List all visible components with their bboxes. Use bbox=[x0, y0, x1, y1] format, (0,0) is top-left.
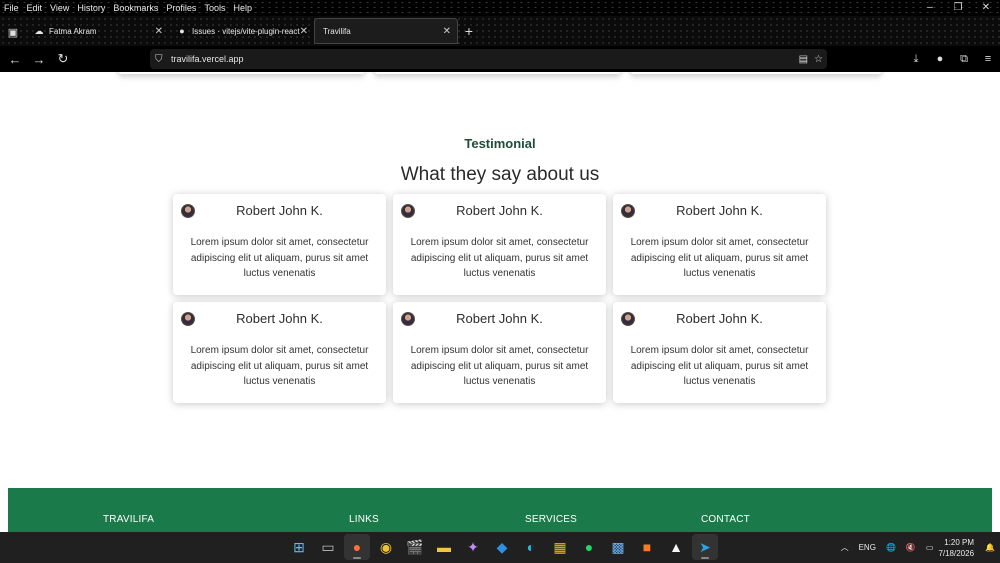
telegram-icon[interactable]: ➤ bbox=[692, 534, 718, 560]
footer-brand: TRAVILIFA bbox=[103, 514, 155, 525]
menu-file[interactable]: File bbox=[0, 0, 23, 16]
tab-vite-issues[interactable]: ● Issues · vitejs/vite-plugin-react ✕ bbox=[169, 18, 314, 44]
taskbar-apps: ⊞ ▭ ● ◉ 🎬 ▬ ✦ ◆ ◐ ▦ ● ▩ ■ ▲ ➤ bbox=[286, 534, 718, 562]
menu-tools[interactable]: Tools bbox=[200, 0, 229, 16]
address-bar[interactable]: ⛉ travilifa.vercel.app ▤ ☆ bbox=[150, 49, 827, 69]
clock[interactable]: 1:20 PM 7/18/2026 bbox=[938, 537, 980, 559]
copilot-icon[interactable]: ✦ bbox=[460, 534, 486, 560]
page-viewport: Testimonial What they say about us Rober… bbox=[0, 72, 1000, 532]
extensions-icon[interactable]: ⧉ bbox=[952, 53, 976, 66]
previous-card bbox=[118, 72, 365, 74]
minimize-icon[interactable]: – bbox=[916, 0, 944, 16]
network-icon[interactable]: 🌐 bbox=[881, 543, 901, 552]
previous-card bbox=[374, 72, 621, 74]
forward-icon[interactable]: → bbox=[27, 47, 51, 71]
tab-fatma-akram[interactable]: ☁ Fatma Akram ✕ bbox=[26, 18, 169, 44]
back-icon[interactable]: ← bbox=[3, 47, 27, 71]
chevron-up-icon[interactable]: ︿ bbox=[836, 542, 854, 553]
reviewer-name: Robert John K. bbox=[676, 203, 763, 218]
chrome-icon[interactable]: ◉ bbox=[373, 534, 399, 560]
reviewer-name: Robert John K. bbox=[456, 203, 543, 218]
github-icon: ● bbox=[179, 26, 185, 36]
xampp-icon[interactable]: ■ bbox=[634, 534, 660, 560]
testimonial-card: Robert John K. Lorem ipsum dolor sit ame… bbox=[173, 194, 386, 295]
footer-services-heading: SERVICES bbox=[525, 514, 577, 525]
navigation-bar: ← → ↻ ⛉ travilifa.vercel.app ▤ ☆ ⤓ ● ⧉ ≡ bbox=[0, 46, 1000, 72]
testimonial-quote: Lorem ipsum dolor sit amet, consectetur … bbox=[410, 237, 589, 279]
photos-icon[interactable]: ▩ bbox=[605, 534, 631, 560]
previous-section-cards bbox=[0, 72, 1000, 76]
section-label: Testimonial bbox=[464, 136, 536, 151]
restore-icon[interactable]: ❐ bbox=[944, 0, 972, 16]
tab-close-icon[interactable]: ✕ bbox=[155, 26, 163, 37]
menu-history[interactable]: History bbox=[73, 0, 109, 16]
reviewer-name: Robert John K. bbox=[456, 311, 543, 326]
menu-bookmarks[interactable]: Bookmarks bbox=[109, 0, 162, 16]
clapper-icon[interactable]: 🎬 bbox=[402, 534, 428, 560]
account-icon[interactable]: ● bbox=[928, 53, 952, 65]
testimonial-quote: Lorem ipsum dolor sit amet, consectetur … bbox=[630, 237, 809, 279]
window-controls: – ❐ ✕ bbox=[916, 0, 1000, 16]
battery-icon[interactable]: ▭ bbox=[921, 543, 939, 552]
notion-icon[interactable]: ▲ bbox=[663, 534, 689, 560]
tools-icon[interactable]: ▦ bbox=[547, 534, 573, 560]
testimonial-card: Robert John K. Lorem ipsum dolor sit ame… bbox=[613, 302, 826, 403]
testimonial-card: Robert John K. Lorem ipsum dolor sit ame… bbox=[393, 194, 606, 295]
vscode-icon[interactable]: ◆ bbox=[489, 534, 515, 560]
whatsapp-icon[interactable]: ● bbox=[576, 534, 602, 560]
menu-view[interactable]: View bbox=[46, 0, 73, 16]
previous-card bbox=[630, 72, 882, 74]
edge-icon[interactable]: ◐ bbox=[518, 534, 544, 560]
clock-date: 7/18/2026 bbox=[938, 548, 975, 558]
reviewer-name: Robert John K. bbox=[236, 311, 323, 326]
notification-bell-icon[interactable]: 🔔 bbox=[980, 543, 1000, 552]
footer-links-heading: LINKS bbox=[349, 514, 379, 525]
section-title: What they say about us bbox=[400, 164, 600, 185]
language-indicator[interactable]: ENG bbox=[854, 543, 881, 552]
tab-title: Travilifa bbox=[323, 26, 351, 36]
testimonial-quote: Lorem ipsum dolor sit amet, consectetur … bbox=[410, 345, 589, 387]
file-manager-icon[interactable]: ▭ bbox=[315, 534, 341, 560]
reload-icon[interactable]: ↻ bbox=[51, 47, 75, 71]
testimonial-quote: Lorem ipsum dolor sit amet, consectetur … bbox=[630, 345, 809, 387]
tab-close-icon[interactable]: ✕ bbox=[300, 26, 308, 37]
windows-start-icon[interactable]: ⊞ bbox=[286, 534, 312, 560]
reader-view-icon[interactable]: ▤ bbox=[799, 54, 808, 65]
testimonial-quote: Lorem ipsum dolor sit amet, consectetur … bbox=[190, 345, 369, 387]
menu-edit[interactable]: Edit bbox=[23, 0, 47, 16]
tab-title: Issues · vitejs/vite-plugin-react bbox=[192, 26, 300, 36]
menu-help[interactable]: Help bbox=[229, 0, 256, 16]
reviewer-name: Robert John K. bbox=[236, 203, 323, 218]
hamburger-menu-icon[interactable]: ≡ bbox=[976, 53, 1000, 65]
close-icon[interactable]: ✕ bbox=[972, 0, 1000, 16]
browser-menubar: File Edit View History Bookmarks Profile… bbox=[0, 0, 1000, 16]
tab-title: Fatma Akram bbox=[49, 26, 97, 36]
url-text[interactable]: travilifa.vercel.app bbox=[171, 54, 244, 64]
testimonial-card: Robert John K. Lorem ipsum dolor sit ame… bbox=[173, 302, 386, 403]
download-icon[interactable]: ⤓ bbox=[904, 53, 928, 66]
testimonial-quote: Lorem ipsum dolor sit amet, consectetur … bbox=[190, 237, 369, 279]
user-icon: ☁ bbox=[34, 25, 44, 36]
menu-profiles[interactable]: Profiles bbox=[162, 0, 200, 16]
system-tray: ︿ ENG 🌐 🔇 ▭ 1:20 PM 7/18/2026 🔔 bbox=[836, 532, 1000, 563]
tab-close-icon[interactable]: ✕ bbox=[443, 26, 451, 37]
tab-travilifa[interactable]: Travilifa ✕ bbox=[314, 18, 458, 44]
tab-bar: ▣ ☁ Fatma Akram ✕ ● Issues · vitejs/vite… bbox=[0, 16, 1000, 46]
new-tab-icon[interactable]: + bbox=[458, 18, 480, 44]
tab-overview-icon[interactable]: ▣ bbox=[0, 18, 26, 46]
clock-time: 1:20 PM bbox=[944, 537, 975, 547]
windows-taskbar: ⊞ ▭ ● ◉ 🎬 ▬ ✦ ◆ ◐ ▦ ● ▩ ■ ▲ ➤ ︿ ENG 🌐 🔇 … bbox=[0, 532, 1000, 563]
shield-icon[interactable]: ⛉ bbox=[155, 54, 171, 65]
testimonial-card: Robert John K. Lorem ipsum dolor sit ame… bbox=[393, 302, 606, 403]
folder-icon[interactable]: ▬ bbox=[431, 534, 457, 560]
firefox-icon[interactable]: ● bbox=[344, 534, 370, 560]
volume-muted-icon[interactable]: 🔇 bbox=[901, 543, 921, 552]
site-footer: TRAVILIFA LINKS SERVICES CONTACT bbox=[8, 488, 992, 532]
bookmark-star-icon[interactable]: ☆ bbox=[814, 54, 823, 65]
reviewer-name: Robert John K. bbox=[676, 311, 763, 326]
testimonial-card: Robert John K. Lorem ipsum dolor sit ame… bbox=[613, 194, 826, 295]
footer-contact-heading: CONTACT bbox=[701, 514, 750, 525]
